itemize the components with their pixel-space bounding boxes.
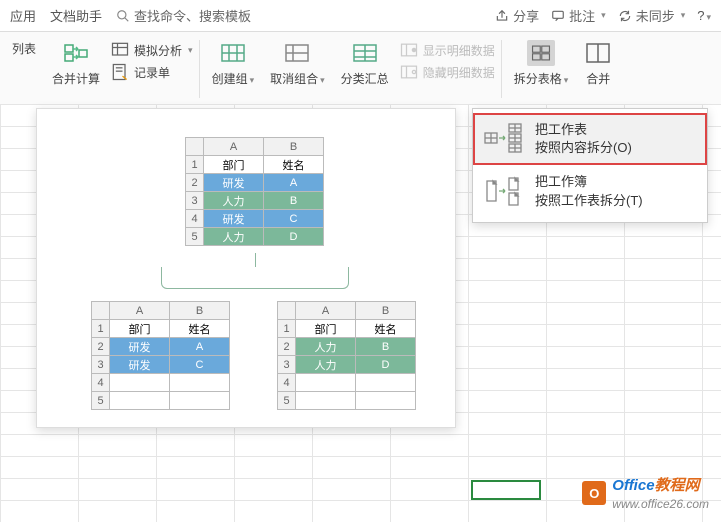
watermark-logo-icon: O bbox=[582, 481, 606, 505]
ungroup-button[interactable]: 取消组合 bbox=[264, 40, 331, 87]
simulate-button[interactable]: 模拟分析 bbox=[110, 40, 193, 60]
merge-button[interactable]: 合并 bbox=[578, 40, 618, 87]
ribbon: 列表 合并计算 模拟分析 记录单 创建组 取消组合 分类汇总 bbox=[0, 32, 721, 109]
split-option-line2: 按照内容拆分(O) bbox=[535, 139, 632, 157]
comment-button[interactable]: 批注 bbox=[551, 6, 606, 25]
subtotal-icon bbox=[351, 40, 379, 66]
help-button[interactable]: ? bbox=[697, 8, 711, 23]
search-placeholder: 查找命令、搜索模板 bbox=[134, 6, 251, 25]
split-sheet-icon bbox=[483, 174, 525, 210]
split-by-sheet-option[interactable]: 把工作簿 按照工作表拆分(T) bbox=[473, 165, 707, 217]
split-option-line2: 按照工作表拆分(T) bbox=[535, 192, 643, 210]
app-menu[interactable]: 应用 bbox=[10, 6, 36, 25]
hide-detail-button: 隐藏明细数据 bbox=[399, 62, 495, 82]
worksheet-area[interactable]: AB 1部门姓名 2研发A 3人力B 4研发C 5人力D AB 1部门姓名 2研… bbox=[0, 104, 721, 522]
doc-helper[interactable]: 文档助手 bbox=[50, 6, 102, 25]
merge-icon bbox=[584, 40, 612, 66]
ribbon-separator bbox=[199, 40, 200, 98]
preview-result-table-left: AB 1部门姓名 2研发A 3研发C 4 5 bbox=[91, 301, 230, 410]
split-preview-card: AB 1部门姓名 2研发A 3人力B 4研发C 5人力D AB 1部门姓名 2研… bbox=[36, 108, 456, 428]
subtotal-button[interactable]: 分类汇总 bbox=[335, 40, 395, 87]
preview-source-table: AB 1部门姓名 2研发A 3人力B 4研发C 5人力D bbox=[185, 137, 324, 246]
consolidate-icon bbox=[62, 40, 90, 66]
sync-button[interactable]: 未同步 bbox=[618, 6, 686, 25]
split-content-icon bbox=[483, 121, 525, 157]
ribbon-detail-group: 显示明细数据 隐藏明细数据 bbox=[399, 40, 495, 82]
active-cell-indicator bbox=[471, 480, 541, 500]
record-button[interactable]: 记录单 bbox=[110, 62, 170, 82]
watermark: O Office教程网 www.office26.com bbox=[582, 474, 709, 512]
title-bar: 应用 文档助手 查找命令、搜索模板 分享 批注 未同步 ? bbox=[0, 0, 721, 32]
ribbon-sim-record: 模拟分析 记录单 bbox=[110, 40, 193, 82]
ribbon-consolidate[interactable]: 合并计算 bbox=[46, 40, 106, 87]
split-table-menu: 把工作表 按照内容拆分(O) 把工作簿 按照工作表拆分(T) bbox=[472, 108, 708, 223]
split-table-button[interactable]: 拆分表格 bbox=[508, 40, 575, 87]
ungroup-icon bbox=[283, 40, 311, 66]
create-group-button[interactable]: 创建组 bbox=[206, 40, 261, 87]
preview-result-table-right: AB 1部门姓名 2人力B 3人力D 4 5 bbox=[277, 301, 416, 410]
show-detail-button: 显示明细数据 bbox=[399, 40, 495, 60]
split-option-line1: 把工作簿 bbox=[535, 173, 643, 191]
share-button[interactable]: 分享 bbox=[495, 6, 539, 25]
split-by-content-option[interactable]: 把工作表 按照内容拆分(O) bbox=[473, 113, 707, 165]
group-icon bbox=[219, 40, 247, 66]
search-box[interactable]: 查找命令、搜索模板 bbox=[116, 6, 251, 25]
ribbon-list[interactable]: 列表 bbox=[6, 40, 42, 57]
split-table-icon bbox=[527, 40, 555, 66]
split-option-line1: 把工作表 bbox=[535, 121, 632, 139]
ribbon-separator bbox=[501, 40, 502, 98]
